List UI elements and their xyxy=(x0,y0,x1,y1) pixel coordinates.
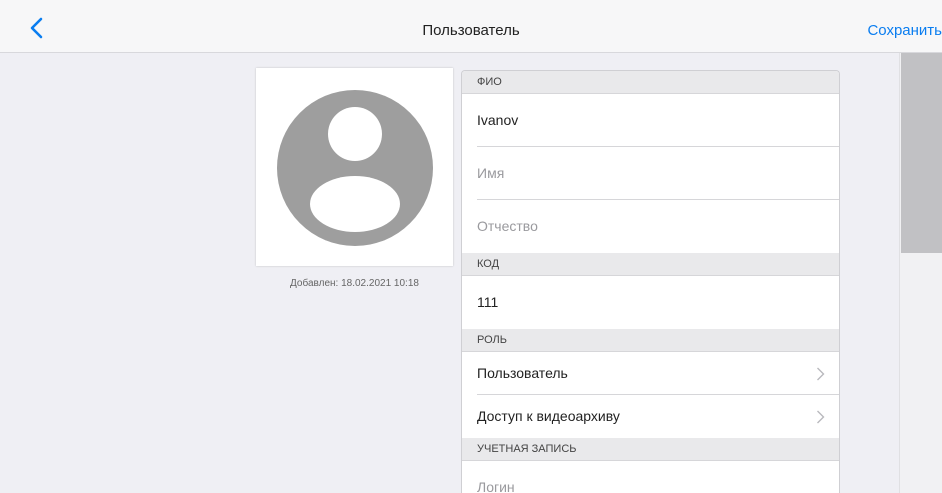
nav-bar: Пользователь Сохранить xyxy=(0,0,942,53)
role-value: Пользователь xyxy=(477,365,568,381)
user-form: ФИО Ivanov Имя Отчество КОД 111 РОЛЬ Пол… xyxy=(461,70,840,493)
scrollbar-thumb[interactable] xyxy=(901,53,942,253)
section-header-account: УЧЕТНАЯ ЗАПИСЬ xyxy=(462,438,839,461)
first-name-field[interactable]: Имя xyxy=(462,147,839,200)
login-field[interactable]: Логин xyxy=(462,461,839,493)
archive-access-item[interactable]: Доступ к видеоархиву xyxy=(462,395,839,438)
chevron-right-icon xyxy=(817,367,825,380)
section-header-role: РОЛЬ xyxy=(462,329,839,352)
page-title: Пользователь xyxy=(422,22,520,39)
section-header-fio: ФИО xyxy=(462,71,839,94)
user-photo[interactable] xyxy=(256,68,453,266)
chevron-right-icon xyxy=(817,410,825,423)
added-timestamp: Добавлен: 18.02.2021 10:18 xyxy=(290,278,419,289)
save-button[interactable]: Сохранить xyxy=(867,22,942,39)
role-select[interactable]: Пользователь xyxy=(462,352,839,395)
avatar-icon xyxy=(277,90,433,246)
section-header-code: КОД xyxy=(462,253,839,276)
archive-access-label: Доступ к видеоархиву xyxy=(477,408,620,424)
last-name-field[interactable]: Ivanov xyxy=(462,94,839,147)
code-field[interactable]: 111 xyxy=(462,276,839,329)
middle-name-field[interactable]: Отчество xyxy=(462,200,839,253)
